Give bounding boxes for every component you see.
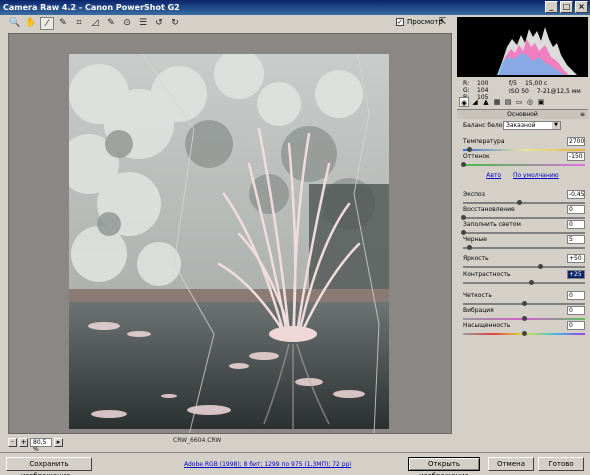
shutter: 15,00 с: [524, 80, 548, 87]
preview-checkbox[interactable]: ✓: [396, 18, 404, 26]
slider-track[interactable]: [463, 164, 585, 166]
tab-lens-icon[interactable]: ▭: [514, 97, 524, 107]
slider-thumb[interactable]: [537, 264, 543, 269]
save-image-button[interactable]: Сохранить изображение...: [6, 457, 92, 475]
white-balance-icon[interactable]: ⁄: [40, 17, 54, 30]
slider-label: Восстановление: [463, 206, 515, 213]
hand-icon[interactable]: ✋: [24, 17, 38, 30]
right-panel: R:100 G:104 B:105 f/515,00 с ISO 507-21@…: [455, 15, 590, 452]
rotate-right-icon[interactable]: ↻: [168, 17, 182, 30]
crop-icon[interactable]: ⌗: [72, 17, 86, 30]
zoom-icon[interactable]: 🔍: [8, 17, 22, 30]
slider-track[interactable]: [463, 202, 585, 204]
zoom-out-button[interactable]: -: [8, 437, 17, 447]
tab-presets-icon[interactable]: ▣: [536, 97, 546, 107]
slider-thumb[interactable]: [517, 200, 523, 205]
slider-value-field[interactable]: 2700: [567, 137, 585, 146]
slider-thumb[interactable]: [522, 331, 527, 336]
slider-value-field[interactable]: 0: [567, 321, 585, 330]
slider-value-field[interactable]: 0: [567, 220, 585, 229]
workflow-options-link[interactable]: Adobe RGB (1998); 8 бит; 1299 по 975 (1,…: [184, 461, 351, 468]
image-preview[interactable]: [8, 33, 452, 434]
slider-label: Четкость: [463, 292, 492, 299]
tab-calibration-icon[interactable]: ◎: [525, 97, 535, 107]
slider-thumb[interactable]: [461, 162, 466, 167]
zoom-level-field[interactable]: 80,5 %: [30, 437, 52, 453]
aperture: f/5: [509, 80, 517, 87]
slider-thumb[interactable]: [529, 280, 535, 285]
slider-value-field[interactable]: 5: [567, 235, 585, 244]
slider-track[interactable]: [463, 247, 585, 249]
cancel-button[interactable]: Отмена: [488, 457, 534, 471]
tab-split-tone-icon[interactable]: ▤: [503, 97, 513, 107]
auto-link[interactable]: Авто: [486, 172, 501, 179]
slider-label: Оттенок: [463, 153, 490, 160]
slider-label: Насыщенность: [463, 322, 511, 329]
histogram: [457, 17, 588, 77]
tab-tone-curve-icon[interactable]: ◢: [470, 97, 480, 107]
slider-value-field[interactable]: -0,45: [567, 190, 585, 199]
maximize-button[interactable]: □: [560, 1, 573, 13]
wb-select[interactable]: Заказной ▼: [503, 121, 561, 130]
zoom-dropdown-button[interactable]: ▸: [54, 437, 63, 447]
open-image-button[interactable]: Открыть изображение: [408, 457, 480, 475]
chevron-down-icon: ▼: [552, 122, 560, 129]
color-sampler-icon[interactable]: ✎: [56, 17, 70, 30]
fullscreen-icon[interactable]: ⇱: [436, 17, 449, 30]
zoom-bar: - + 80,5 % ▸ CRW_6604.CRW: [8, 436, 452, 453]
done-button[interactable]: Готово: [538, 457, 584, 471]
section-header: Основной ≡: [457, 109, 588, 119]
bottom-bar: Сохранить изображение... Adobe RGB (1998…: [0, 452, 590, 475]
title-bar: Camera Raw 4.2 - Canon PowerShot G2 _ □ …: [0, 0, 590, 15]
slider-label: Экспоз: [463, 191, 485, 198]
slider-label: Вибрация: [463, 307, 494, 314]
slider-value-field[interactable]: 0: [567, 205, 585, 214]
slider-value-field[interactable]: 0: [567, 291, 585, 300]
slider-value-field[interactable]: -150: [567, 152, 585, 161]
slider-thumb[interactable]: [467, 147, 473, 152]
r-value: 100: [477, 80, 489, 87]
tab-hsl-icon[interactable]: ▦: [492, 97, 502, 107]
file-name: CRW_6604.CRW: [173, 437, 222, 444]
slider-value-field[interactable]: +50: [567, 254, 585, 263]
iso: ISO 50: [509, 88, 529, 95]
slider-track[interactable]: [463, 149, 585, 151]
close-button[interactable]: ×: [575, 1, 588, 13]
slider-track[interactable]: [463, 266, 585, 268]
slider-label: Заполнить светом: [463, 221, 521, 228]
slider-label: Черные: [463, 236, 487, 243]
focal-length: 7-21@12,5 мм: [536, 88, 581, 95]
slider-thumb[interactable]: [522, 301, 527, 306]
panel-menu-icon[interactable]: ≡: [580, 110, 585, 119]
slider-track[interactable]: [463, 232, 585, 234]
retouch-icon[interactable]: ✎: [104, 17, 118, 30]
slider-value-field[interactable]: +25: [567, 270, 585, 279]
default-link[interactable]: По умолчанию: [513, 172, 559, 179]
toolbar: 🔍 ✋ ⁄ ✎ ⌗ ◿ ✎ ⊙ ☰ ↺ ↻ ✓ Просмотр ⇱: [0, 15, 455, 32]
slider-label: Контрастность: [463, 271, 511, 278]
auto-default-links: Авто По умолчанию: [455, 172, 590, 179]
red-eye-icon[interactable]: ⊙: [120, 17, 134, 30]
section-title: Основной: [507, 111, 538, 118]
slider-thumb[interactable]: [522, 316, 527, 321]
panel-tabs: ◉ ◢ ▲ ▦ ▤ ▭ ◎ ▣: [457, 97, 588, 108]
tab-basic-icon[interactable]: ◉: [459, 97, 469, 107]
window-title: Camera Raw 4.2 - Canon PowerShot G2: [3, 3, 180, 12]
slider-track[interactable]: [463, 217, 585, 219]
slider-thumb[interactable]: [467, 245, 473, 250]
slider-label: Температура: [463, 138, 505, 145]
g-value: 104: [477, 87, 489, 94]
zoom-in-button[interactable]: +: [19, 437, 28, 447]
slider-label: Яркость: [463, 255, 489, 262]
minimize-button[interactable]: _: [545, 1, 558, 13]
slider-thumb[interactable]: [461, 230, 466, 235]
slider-thumb[interactable]: [461, 215, 466, 220]
preferences-icon[interactable]: ☰: [136, 17, 150, 30]
preview-photo: [9, 34, 451, 433]
tab-detail-icon[interactable]: ▲: [481, 97, 491, 107]
slider-track[interactable]: [463, 282, 585, 284]
rotate-left-icon[interactable]: ↺: [152, 17, 166, 30]
straighten-icon[interactable]: ◿: [88, 17, 102, 30]
slider-value-field[interactable]: 0: [567, 306, 585, 315]
